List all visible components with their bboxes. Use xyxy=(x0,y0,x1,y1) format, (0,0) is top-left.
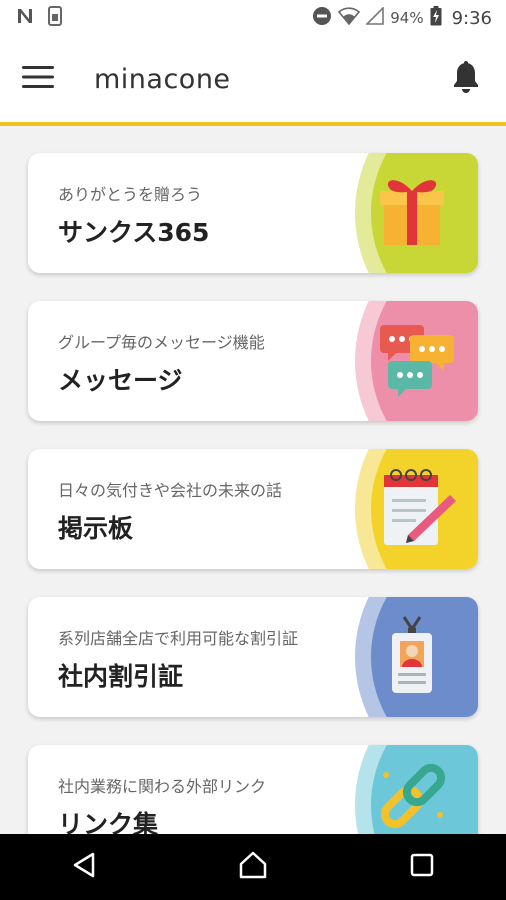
card-link-collection[interactable]: 社内業務に関わる外部リンク リンク集 xyxy=(28,745,478,834)
wifi-icon xyxy=(338,7,361,29)
hamburger-menu-icon xyxy=(22,65,54,93)
n-icon xyxy=(16,7,34,29)
signal-icon xyxy=(365,6,385,29)
card-subtitle: グループ毎のメッセージ機能 xyxy=(58,333,265,352)
card-title: 社内割引証 xyxy=(58,662,184,691)
sim-icon xyxy=(48,6,62,30)
status-time: 9:36 xyxy=(451,7,492,29)
card-art xyxy=(355,153,478,273)
card-art xyxy=(355,449,478,569)
dnd-icon xyxy=(312,6,332,30)
menu-card-list: ありがとうを贈ろう サンクス365 グループ毎のメッセージ機能 メッセージ 日々… xyxy=(0,126,506,834)
card-subtitle: ありがとうを贈ろう xyxy=(58,185,203,204)
card-title: サンクス365 xyxy=(58,218,210,247)
bell-icon xyxy=(452,61,480,97)
card-message[interactable]: グループ毎のメッセージ機能 メッセージ xyxy=(28,301,478,421)
card-art xyxy=(355,301,478,421)
menu-button[interactable] xyxy=(8,49,68,109)
card-subtitle: 日々の気付きや会社の未来の話 xyxy=(58,481,283,500)
card-bulletin-board[interactable]: 日々の気付きや会社の未来の話 掲示板 xyxy=(28,449,478,569)
card-discount-certificate[interactable]: 系列店舗全店で利用可能な割引証 社内割引証 xyxy=(28,597,478,717)
card-title: 掲示板 xyxy=(58,514,134,543)
battery-percent: 94% xyxy=(390,9,424,27)
system-nav-bar xyxy=(0,834,506,900)
card-art xyxy=(355,745,478,834)
card-title: リンク集 xyxy=(58,810,159,834)
card-title: メッセージ xyxy=(58,366,183,395)
card-subtitle: 社内業務に関わる外部リンク xyxy=(58,777,267,796)
back-triangle-icon xyxy=(71,852,97,882)
app-title: minacone xyxy=(94,63,231,95)
back-button[interactable] xyxy=(44,837,124,897)
battery-charging-icon xyxy=(430,6,442,30)
recents-square-icon xyxy=(410,853,434,881)
card-subtitle: 系列店舗全店で利用可能な割引証 xyxy=(58,629,299,648)
home-button[interactable] xyxy=(213,837,293,897)
card-thanks365[interactable]: ありがとうを贈ろう サンクス365 xyxy=(28,153,478,273)
notifications-button[interactable] xyxy=(436,49,496,109)
status-bar: 94% 9:36 xyxy=(0,0,506,36)
app-bar: minacone xyxy=(0,36,506,126)
home-icon xyxy=(238,851,268,883)
recents-button[interactable] xyxy=(382,837,462,897)
card-art xyxy=(355,597,478,717)
